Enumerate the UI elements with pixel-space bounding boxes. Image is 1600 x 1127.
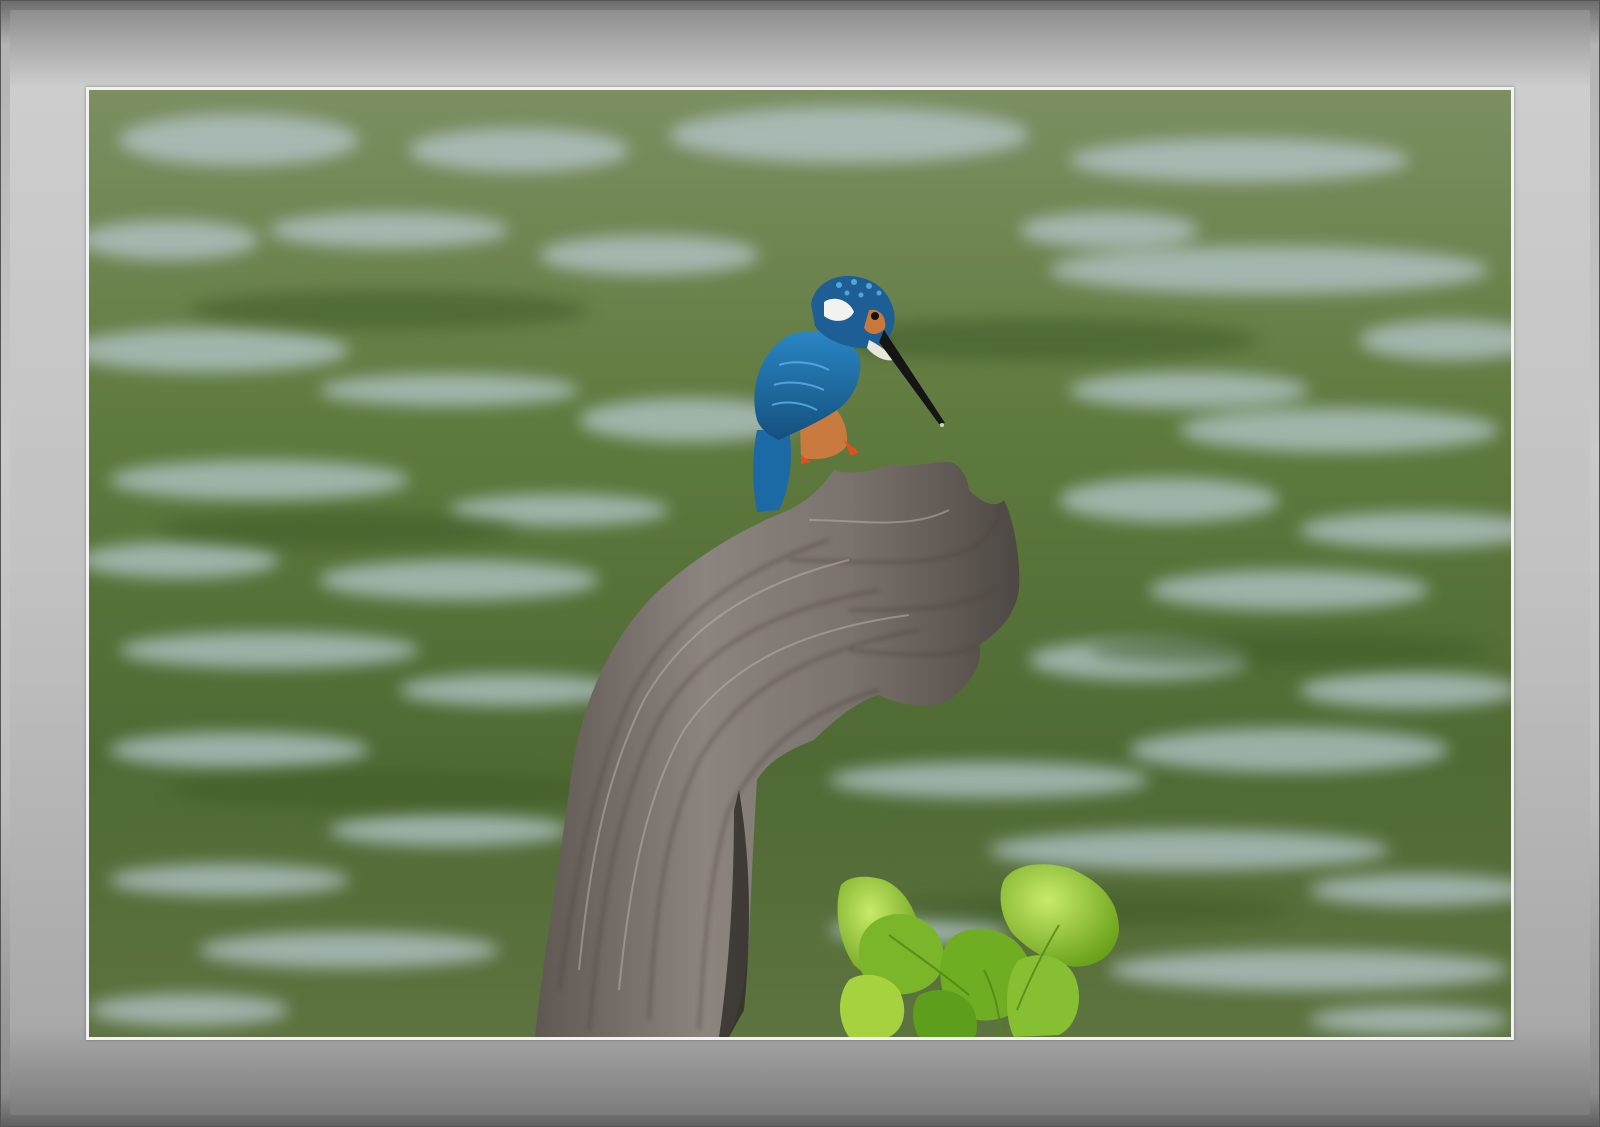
photograph [89,90,1511,1037]
kingfisher-photo [89,90,1511,1037]
